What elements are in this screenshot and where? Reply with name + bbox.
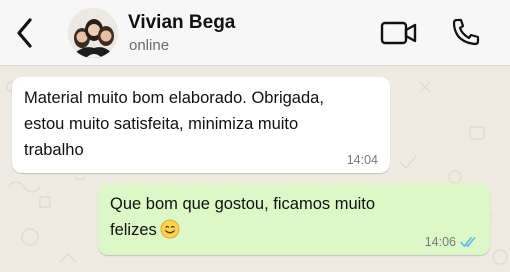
- phone-icon: [452, 18, 480, 46]
- outgoing-message[interactable]: Que bom que gostou, ficamos muito felize…: [98, 183, 490, 255]
- message-text: Que bom que gostou, ficamos muito felize…: [110, 195, 376, 239]
- chevron-left-icon: [17, 18, 32, 48]
- smiling-face-emoji: [160, 219, 180, 239]
- contact-name[interactable]: Vivian Bega: [128, 12, 235, 34]
- avatar[interactable]: [68, 8, 118, 58]
- video-call-button[interactable]: [380, 20, 418, 46]
- back-button[interactable]: [14, 16, 36, 50]
- chat-area[interactable]: Material muito bom elaborado. Obrigada, …: [0, 67, 510, 272]
- message-text: Material muito bom elaborado. Obrigada, …: [24, 89, 324, 159]
- chat-header: Vivian Bega online: [0, 0, 510, 66]
- voice-call-button[interactable]: [450, 16, 482, 48]
- video-camera-icon: [380, 21, 417, 45]
- read-receipt-icon: [460, 237, 476, 247]
- contact-status: online: [129, 37, 170, 54]
- message-time: 14:04: [346, 153, 378, 167]
- incoming-message[interactable]: Material muito bom elaborado. Obrigada, …: [12, 77, 390, 173]
- message-time: 14:06: [424, 235, 456, 249]
